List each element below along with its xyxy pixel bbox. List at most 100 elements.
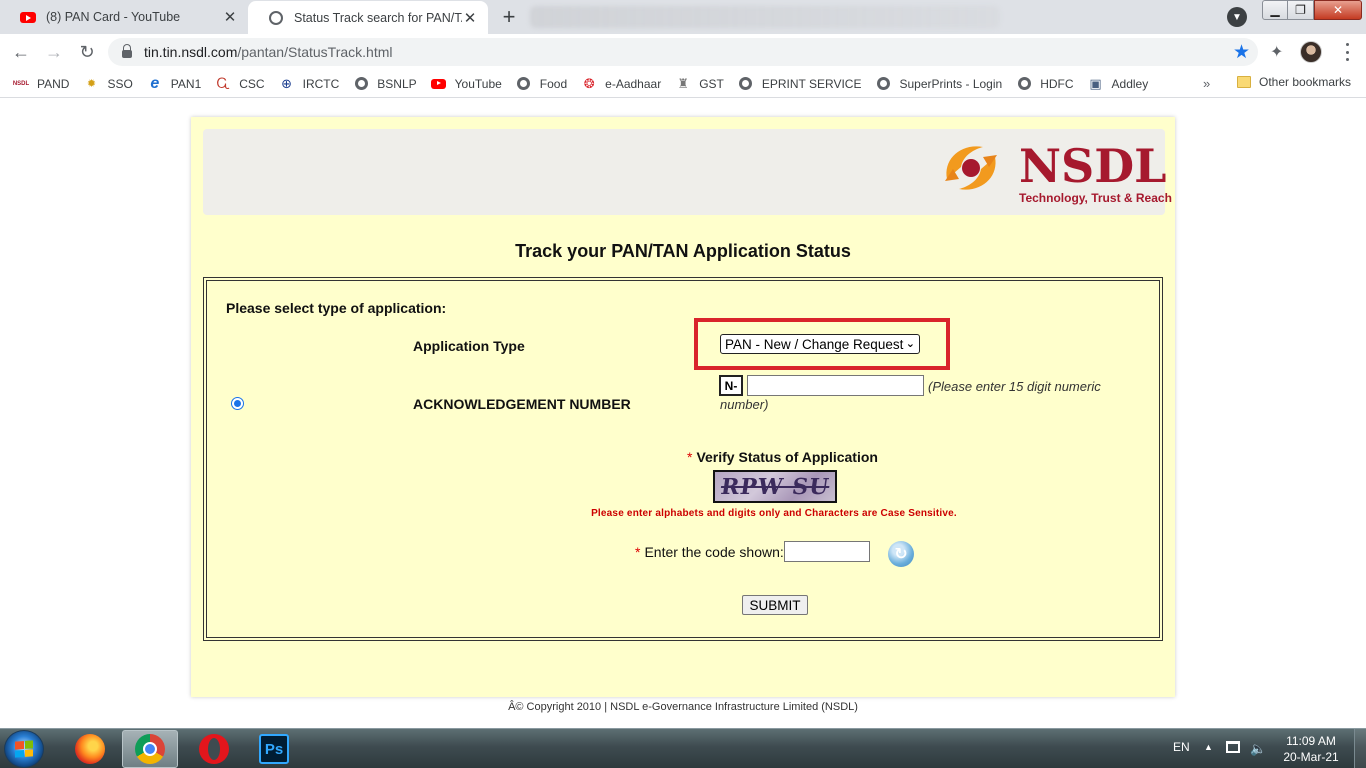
acknowledgement-input[interactable] <box>747 375 924 396</box>
nsdl-logo: NSDL Technology, Trust & Reach <box>935 131 1172 207</box>
bookmark-label: e-Aadhaar <box>605 76 662 91</box>
refresh-captcha-icon[interactable]: ↻ <box>888 541 914 567</box>
firefox-icon <box>75 734 105 764</box>
verify-status-text: Verify Status of Application <box>696 449 878 465</box>
youtube-icon <box>20 9 36 25</box>
new-tab-button[interactable]: + <box>496 4 522 29</box>
language-indicator[interactable]: EN <box>1173 740 1190 754</box>
application-type-select[interactable]: PAN - New / Change Request ⌄ <box>720 334 920 354</box>
captcha-code-input[interactable] <box>784 541 870 562</box>
submit-button[interactable]: SUBMIT <box>742 595 808 615</box>
chevron-down-icon: ⌄ <box>905 338 915 350</box>
globe-icon <box>875 76 891 92</box>
tab-strip: (8) PAN Card - YouTube ✕ Status Track se… <box>0 0 1366 34</box>
bookmark-food[interactable]: Food <box>516 76 567 92</box>
page-title: Track your PAN/TAN Application Status <box>515 241 851 261</box>
arrow-right-icon: → <box>45 41 63 62</box>
bookmark-csc[interactable]: Ꮹ CSC <box>215 75 265 92</box>
bookmark-label: HDFC <box>1040 76 1074 91</box>
aadhaar-icon: ❂ <box>583 75 595 91</box>
acknowledgement-prefix: N- <box>719 375 743 396</box>
ie-icon: e <box>150 74 160 92</box>
captcha-text: RPW SU <box>719 473 831 500</box>
show-hidden-icons[interactable]: ▲ <box>1204 742 1213 752</box>
url-host: tin.tin.nsdl.com <box>144 44 238 60</box>
taskbar-opera[interactable] <box>186 730 242 768</box>
bookmark-label: EPRINT SERVICE <box>761 76 862 91</box>
nsdl-swoosh-icon <box>945 146 997 190</box>
code-label-text: Enter the code shown: <box>644 544 784 560</box>
code-label: * Enter the code shown: <box>635 544 784 560</box>
reload-icon: ↻ <box>79 41 95 62</box>
tab-title: (8) PAN Card - YouTube <box>46 10 181 24</box>
reload-button[interactable]: ↻ <box>74 39 100 65</box>
tab-search-button[interactable]: ▼ <box>1227 7 1247 27</box>
bookmark-label: BSNLP <box>377 76 417 91</box>
close-icon[interactable]: ✕ <box>462 10 478 27</box>
back-button[interactable]: ← <box>8 39 34 65</box>
bookmark-label: Addley <box>1111 76 1149 91</box>
bookmark-label: IRCTC <box>302 76 340 91</box>
bookmark-label: GST <box>699 76 724 91</box>
start-button[interactable] <box>4 730 44 768</box>
other-bookmarks[interactable]: Other bookmarks <box>1237 75 1351 89</box>
bookmark-eprint[interactable]: EPRINT SERVICE <box>738 76 862 92</box>
taskbar-chrome[interactable] <box>122 730 178 768</box>
browser-menu-button[interactable] <box>1338 43 1356 61</box>
bookmark-sso[interactable]: ✹ SSO <box>83 76 133 92</box>
tab-title: Status Track search for PAN/TAN <box>294 10 462 25</box>
maximize-button[interactable]: ❐ <box>1288 0 1314 20</box>
window-close-button[interactable]: ✕ <box>1314 0 1362 20</box>
clock-date: 20-Mar-21 <box>1283 750 1339 764</box>
bookmarks-bar: NSDL PAND ✹ SSO e PAN1 Ꮹ CSC ⊕ IRCTC BSNLP Yo… <box>0 70 1366 98</box>
web-page: NSDL Technology, Trust & Reach Track you… <box>0 99 1366 728</box>
case-sensitive-note: Please enter alphabets and digits only a… <box>591 508 957 519</box>
globe-icon <box>516 76 532 92</box>
bookmark-irctc[interactable]: ⊕ IRCTC <box>279 76 340 92</box>
profile-avatar[interactable] <box>1300 41 1322 63</box>
bookmark-eaadhaar[interactable]: ❂ e-Aadhaar <box>581 75 662 92</box>
status-form: Please select type of application: Appli… <box>203 277 1163 641</box>
required-mark: * <box>687 449 693 465</box>
bookmark-star-icon[interactable]: ★ <box>1233 41 1250 64</box>
bookmark-hdfc[interactable]: HDFC <box>1016 76 1074 92</box>
system-clock[interactable]: 11:09 AM 20-Mar-21 <box>1276 733 1346 765</box>
extensions-puzzle-icon[interactable]: ✦ <box>1270 42 1283 62</box>
close-icon[interactable]: ✕ <box>222 9 238 26</box>
forward-button[interactable]: → <box>41 39 67 65</box>
bookmark-label: SSO <box>107 76 133 91</box>
arrow-left-icon: ← <box>12 41 30 62</box>
bookmark-addley[interactable]: ▣ Addley <box>1088 76 1149 92</box>
bookmark-pand[interactable]: NSDL PAND <box>13 76 70 92</box>
acknowledgement-radio[interactable] <box>231 397 244 410</box>
other-bookmarks-label: Other bookmarks <box>1259 75 1352 89</box>
photoshop-icon: Ps <box>259 734 289 764</box>
tab-status-track[interactable]: Status Track search for PAN/TAN ✕ <box>248 1 488 34</box>
bookmark-superprints[interactable]: SuperPrints - Login <box>875 76 1002 92</box>
show-desktop-button[interactable] <box>1354 729 1366 768</box>
opera-icon <box>199 734 229 764</box>
blurred-tabs <box>530 6 1000 28</box>
content-frame: NSDL Technology, Trust & Reach Track you… <box>191 117 1175 697</box>
header-banner: NSDL Technology, Trust & Reach <box>203 129 1172 215</box>
acknowledgement-label: ACKNOWLEDGEMENT NUMBER <box>413 396 631 412</box>
selected-option: PAN - New / Change Request <box>725 336 904 352</box>
network-icon[interactable] <box>1226 741 1240 753</box>
nsdl-wordmark: NSDL <box>1019 139 1167 193</box>
tab-youtube[interactable]: (8) PAN Card - YouTube ✕ <box>0 0 248 34</box>
bookmark-pan1[interactable]: e PAN1 <box>147 74 201 92</box>
minimize-button[interactable]: ▁ <box>1262 0 1288 20</box>
address-bar[interactable]: tin.tin.nsdl.com/pantan/StatusTrack.html… <box>108 38 1258 66</box>
select-type-label: Please select type of application: <box>226 300 447 316</box>
captcha-image: RPW SU <box>713 470 837 503</box>
bookmark-bsnlp[interactable]: BSNLP <box>353 76 417 92</box>
volume-icon[interactable]: 🔈 <box>1250 741 1266 757</box>
taskbar-photoshop[interactable]: Ps <box>246 730 302 768</box>
required-mark: * <box>635 544 641 560</box>
bookmark-label: CSC <box>239 76 265 91</box>
more-bookmarks-button[interactable]: » <box>1203 76 1210 91</box>
bookmark-gst[interactable]: ♜ GST <box>675 76 724 92</box>
bookmark-label: SuperPrints - Login <box>899 76 1003 91</box>
taskbar-firefox[interactable] <box>62 730 118 768</box>
bookmark-youtube[interactable]: YouTube <box>431 76 502 92</box>
